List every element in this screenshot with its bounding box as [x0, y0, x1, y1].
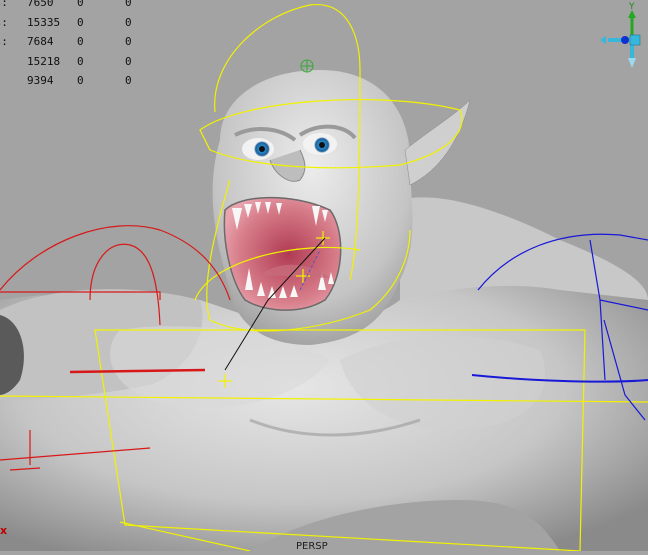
- hud-value: 0: [77, 15, 84, 29]
- axis-y-label: Y: [628, 2, 635, 12]
- hud-value: 0: [125, 54, 132, 68]
- hud-value: 0: [125, 35, 132, 48]
- head-aim-locator[interactable]: [300, 59, 314, 73]
- origin-axis-label: x: [0, 524, 8, 537]
- hud-value: 0: [77, 0, 84, 9]
- left-eye: [242, 138, 274, 160]
- hud-value: 0: [77, 74, 84, 87]
- hud-value: 0: [77, 35, 84, 48]
- hud-value: 0: [125, 0, 132, 9]
- camera-name-label: PERSP: [296, 541, 328, 552]
- mouth: [223, 196, 342, 311]
- axis-gizmo-icon[interactable]: Y: [600, 2, 641, 68]
- viewport-scene[interactable]: Y: [0, 0, 648, 552]
- hud-value: 0: [77, 54, 84, 68]
- right-eye: [303, 133, 337, 155]
- 3d-viewport[interactable]: Y ts:765000es:1533500es:768400s:1521800:…: [0, 0, 648, 552]
- hud-value: 0: [125, 74, 132, 87]
- hud-value: 0: [125, 15, 132, 29]
